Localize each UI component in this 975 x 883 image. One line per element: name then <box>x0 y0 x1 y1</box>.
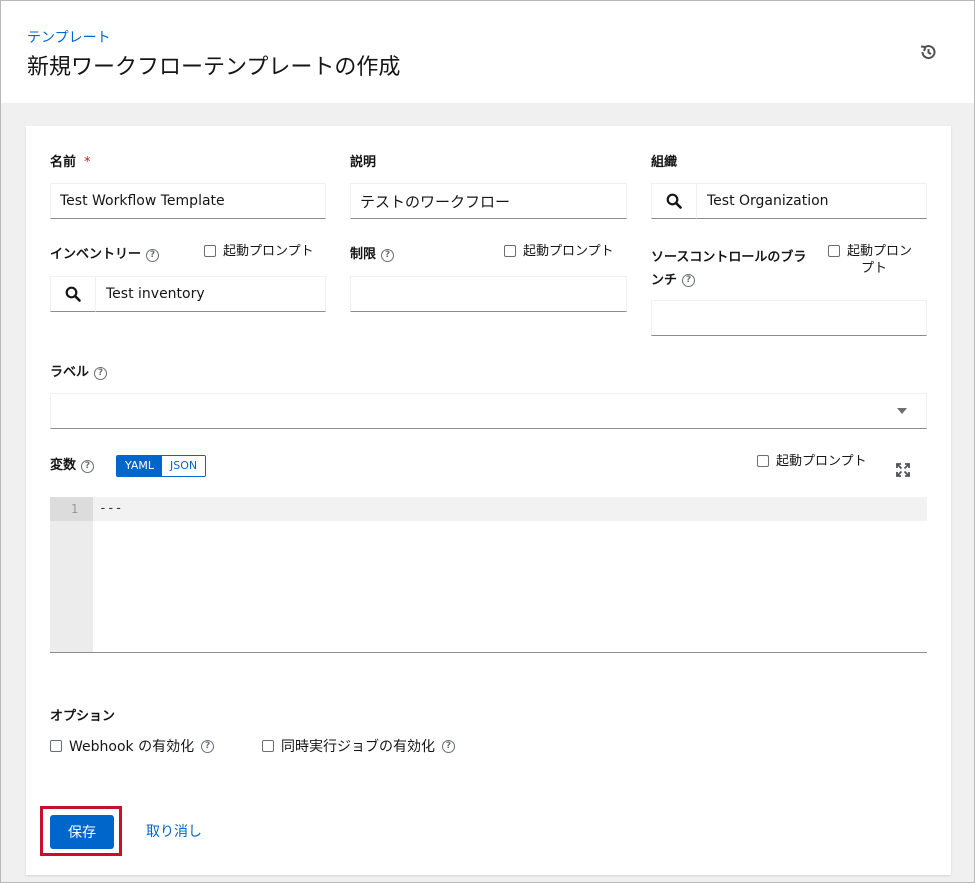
checkbox-icon[interactable] <box>757 455 769 467</box>
variables-label-text: 変数 <box>50 458 77 473</box>
search-icon <box>65 286 81 302</box>
inventory-search-button[interactable] <box>50 276 96 312</box>
inventory-label-text: インベントリー <box>50 247 142 262</box>
json-toggle-button[interactable]: JSON <box>162 456 206 476</box>
scm-branch-label: ソースコントロールのブラ ンチ ? <box>651 246 826 292</box>
help-icon[interactable]: ? <box>682 274 696 287</box>
inventory-input[interactable]: Test inventory <box>96 276 326 312</box>
form-card: 名前 * Test Workflow Template 説明 テストのワークフロー… <box>26 126 951 875</box>
variables-prompt-label: 起動プロンプト <box>776 454 867 469</box>
name-input-value: Test Workflow Template <box>60 193 225 209</box>
history-icon[interactable] <box>918 42 938 62</box>
organization-search-button[interactable] <box>651 183 697 219</box>
labels-label-text: ラベル <box>50 365 90 380</box>
variables-code-editor[interactable]: 1 --- <box>50 497 927 653</box>
checkbox-icon[interactable] <box>50 740 62 752</box>
breadcrumb-templates[interactable]: テンプレート <box>27 27 111 47</box>
scm-branch-prompt-checkbox[interactable]: 起動プロン プト <box>828 243 912 277</box>
labels-select[interactable] <box>50 393 927 429</box>
checkbox-icon[interactable] <box>828 245 840 257</box>
scm-branch-prompt-line1: 起動プロン <box>847 244 913 259</box>
limit-input[interactable] <box>350 276 627 312</box>
inventory-prompt-checkbox[interactable]: 起動プロンプト <box>204 243 314 260</box>
caret-down-icon[interactable] <box>897 408 907 414</box>
name-label-text: 名前 <box>50 155 77 170</box>
description-input[interactable]: テストのワークフロー <box>350 183 627 219</box>
cancel-link[interactable]: 取り消し <box>146 821 202 841</box>
scm-branch-input[interactable] <box>651 300 927 336</box>
description-input-value: テストのワークフロー <box>360 192 511 211</box>
inventory-prompt-label: 起動プロンプト <box>223 244 314 259</box>
concurrent-jobs-option-label: 同時実行ジョブの有効化 <box>281 739 435 755</box>
description-label: 説明 <box>350 155 377 170</box>
name-input[interactable]: Test Workflow Template <box>50 183 326 219</box>
yaml-toggle-button[interactable]: YAML <box>117 456 163 476</box>
organization-input[interactable]: Test Organization <box>697 183 927 219</box>
inventory-lookup: Test inventory <box>50 276 326 312</box>
help-icon[interactable]: ? <box>81 459 95 473</box>
limit-label-text: 制限 <box>350 247 377 262</box>
help-icon[interactable]: ? <box>146 248 160 262</box>
help-icon[interactable]: ? <box>442 739 455 753</box>
checkbox-icon[interactable] <box>504 245 516 257</box>
organization-label: 組織 <box>651 155 678 170</box>
organization-lookup: Test Organization <box>651 183 927 219</box>
options-label: オプション <box>50 709 116 724</box>
page-title: 新規ワークフローテンプレートの作成 <box>27 55 401 80</box>
scm-branch-prompt-line2: プト <box>861 261 888 276</box>
editor-code-text[interactable]: --- <box>99 501 122 516</box>
help-icon[interactable]: ? <box>381 248 395 262</box>
help-icon[interactable]: ? <box>94 366 108 380</box>
limit-prompt-label: 起動プロンプト <box>523 244 614 259</box>
checkbox-icon[interactable] <box>204 245 216 257</box>
limit-label: 制限 ? <box>350 246 395 264</box>
scm-branch-label-line1: ソースコントロールのブラ <box>651 250 807 265</box>
webhook-option[interactable]: Webhook の有効化 ? <box>50 736 215 756</box>
limit-prompt-checkbox[interactable]: 起動プロンプト <box>504 243 614 260</box>
editor-line-number: 1 <box>50 497 93 521</box>
webhook-option-label: Webhook の有効化 <box>69 739 195 755</box>
editor-active-line <box>93 497 927 521</box>
variables-prompt-checkbox[interactable]: 起動プロンプト <box>757 453 867 470</box>
concurrent-jobs-option[interactable]: 同時実行ジョブの有効化 ? <box>262 736 455 756</box>
inventory-label: インベントリー ? <box>50 246 160 264</box>
page-header: テンプレート 新規ワークフローテンプレートの作成 <box>1 1 974 103</box>
variables-mode-toggle: YAML JSON <box>116 455 207 477</box>
scm-branch-label-line2: ンチ <box>651 273 678 288</box>
name-label: 名前 * <box>50 154 91 172</box>
variables-label: 変数 ? <box>50 457 95 475</box>
expand-icon[interactable] <box>895 462 911 478</box>
labels-label: ラベル ? <box>50 364 108 382</box>
help-icon[interactable]: ? <box>201 739 215 753</box>
save-button[interactable]: 保存 <box>50 815 114 849</box>
required-mark: * <box>84 155 91 170</box>
checkbox-icon[interactable] <box>262 740 274 752</box>
search-icon <box>666 193 682 209</box>
